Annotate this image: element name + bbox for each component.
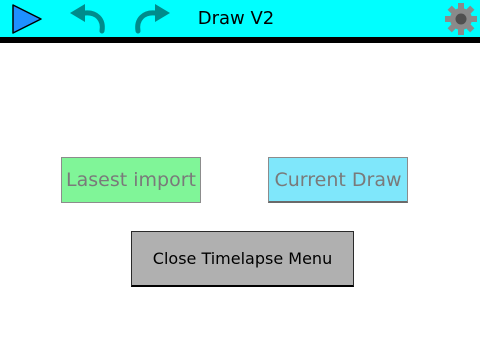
- app-title: Draw V2: [197, 8, 275, 29]
- redo-icon[interactable]: [130, 2, 172, 34]
- top-bar: Draw V2: [0, 0, 480, 37]
- header-divider: [0, 37, 480, 43]
- undo-icon[interactable]: [68, 2, 110, 34]
- play-icon[interactable]: [10, 3, 44, 35]
- gear-icon[interactable]: [444, 2, 478, 36]
- latest-import-button[interactable]: Lasest import: [61, 157, 201, 203]
- current-draw-button[interactable]: Current Draw: [268, 157, 408, 203]
- close-timelapse-menu-button[interactable]: Close Timelapse Menu: [131, 231, 354, 287]
- app-screen: Draw V2 Lasest import Current Draw Close…: [0, 0, 480, 360]
